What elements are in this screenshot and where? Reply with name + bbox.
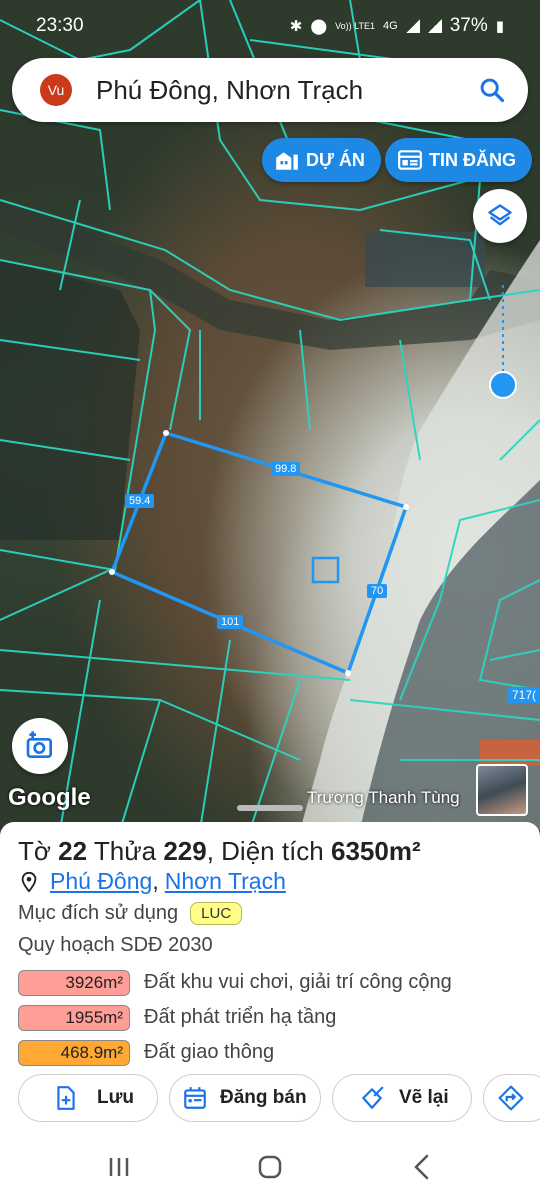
- du-an-button[interactable]: DỰ ÁN: [262, 138, 381, 182]
- tin-dang-label: TIN ĐĂNG: [429, 149, 516, 170]
- save-button[interactable]: Lưu: [18, 1074, 158, 1122]
- network-label: Vo)) LTE1: [335, 21, 376, 31]
- search-title[interactable]: Phú Đông, Nhơn Trạch: [96, 75, 478, 106]
- avatar[interactable]: Vu: [40, 74, 72, 106]
- layers-icon: [488, 204, 512, 226]
- plot-prefix: Thửa: [93, 836, 157, 866]
- plan-description: Đất phát triển hạ tầng: [144, 1006, 337, 1028]
- map-overlay: [0, 0, 540, 830]
- location-dot: [489, 371, 517, 399]
- parcel-area: 6350m²: [331, 836, 421, 866]
- redraw-label: Vẽ lại: [399, 1087, 449, 1108]
- plan-list: 3926m² Đất khu vui chơi, giải trí công c…: [18, 965, 452, 1070]
- directions-icon: [498, 1085, 524, 1111]
- sell-label: Đăng bán: [220, 1087, 307, 1108]
- status-bar: 23:30 ✱ ⬤ Vo)) LTE1 4G 37% ▮: [0, 0, 540, 52]
- du-an-label: DỰ ÁN: [306, 149, 365, 170]
- back-icon[interactable]: [407, 1152, 437, 1182]
- location-separator: ,: [152, 868, 159, 894]
- system-navigation-bar: [0, 1132, 540, 1200]
- google-logo: Google: [8, 784, 91, 811]
- signal-icon-2: [427, 19, 442, 33]
- sheet-prefix: Tờ: [18, 836, 51, 866]
- battery-percent: 37%: [449, 15, 488, 36]
- purpose-code-badge[interactable]: LUC: [190, 902, 243, 925]
- location-pin-icon: [21, 871, 37, 893]
- redraw-button[interactable]: Vẽ lại: [332, 1074, 472, 1122]
- land-purpose-row: Mục đích sử dụng LUC: [18, 902, 243, 925]
- add-photo-button[interactable]: [12, 718, 68, 774]
- recent-apps-icon[interactable]: [104, 1152, 134, 1182]
- signal-icon: [405, 19, 420, 33]
- parcel-info-panel: Tờ 22 Thửa 229, Diện tích 6350m² Phú Đôn…: [0, 822, 540, 1132]
- area-prefix: , Diện tích: [206, 836, 324, 866]
- buildings-icon: [276, 152, 298, 170]
- author-photo-thumbnail[interactable]: [476, 764, 528, 816]
- plan-label: Quy hoạch SDĐ 2030: [18, 934, 213, 956]
- add-document-icon: [57, 1086, 75, 1110]
- home-icon[interactable]: [255, 1152, 285, 1182]
- battery-icon: ▮: [495, 18, 504, 35]
- plan-area: 3926m²: [18, 969, 130, 996]
- location-row: Phú Đông, Nhơn Trạch: [18, 868, 286, 895]
- search-icon[interactable]: [478, 76, 506, 104]
- plan-description: Đất khu vui chơi, giải trí công cộng: [144, 971, 452, 993]
- ward-link[interactable]: Phú Đông: [50, 868, 152, 895]
- action-buttons: Lưu Đăng bán Vẽ lại: [0, 1074, 540, 1124]
- district-link[interactable]: Nhơn Trạch: [165, 868, 286, 895]
- plot-number: 229: [163, 836, 207, 866]
- edge-label-left: 59.4: [125, 494, 155, 508]
- plan-area: 1955m²: [18, 1004, 130, 1031]
- edge-label-top: 99.8: [271, 462, 301, 476]
- edge-label-bottom: 101: [217, 615, 244, 629]
- directions-button[interactable]: [483, 1074, 540, 1122]
- purpose-label: Mục đích sử dụng: [18, 902, 179, 924]
- plan-item[interactable]: 468.9m² Đất giao thông: [18, 1035, 452, 1070]
- listing-icon: [398, 150, 422, 170]
- calendar-icon: [184, 1087, 206, 1109]
- draw-icon: [362, 1086, 384, 1109]
- parcel-title: Tờ 22 Thửa 229, Diện tích 6350m²: [18, 836, 421, 867]
- location-icon: ⬤: [310, 18, 328, 35]
- plan-description: Đất giao thông: [144, 1041, 275, 1063]
- photo-author[interactable]: Trương Thanh Tùng: [307, 788, 460, 808]
- tin-dang-button[interactable]: TIN ĐĂNG: [385, 138, 532, 182]
- parcel-number-label: 717(: [508, 687, 540, 703]
- search-bar[interactable]: Vu Phú Đông, Nhơn Trạch: [12, 58, 528, 122]
- plan-area: 468.9m²: [18, 1039, 130, 1066]
- status-icons: ✱ ⬤ Vo)) LTE1 4G 37% ▮: [290, 15, 504, 37]
- status-time: 23:30: [36, 15, 84, 36]
- bluetooth-icon: ✱: [289, 18, 303, 35]
- sheet-number: 22: [58, 836, 88, 866]
- plan-item[interactable]: 1955m² Đất phát triển hạ tầng: [18, 1000, 452, 1035]
- satellite-map[interactable]: 99.8 59.4 70 101 717(: [0, 0, 540, 830]
- plan-item[interactable]: 3926m² Đất khu vui chơi, giải trí công c…: [18, 965, 452, 1000]
- add-photo-icon: [26, 731, 52, 758]
- network-type: 4G: [383, 20, 398, 32]
- edge-label-right: 70: [367, 584, 388, 598]
- layers-button[interactable]: [473, 189, 527, 243]
- sell-button[interactable]: Đăng bán: [169, 1074, 321, 1122]
- save-label: Lưu: [97, 1087, 134, 1108]
- panel-drag-handle[interactable]: [237, 805, 303, 811]
